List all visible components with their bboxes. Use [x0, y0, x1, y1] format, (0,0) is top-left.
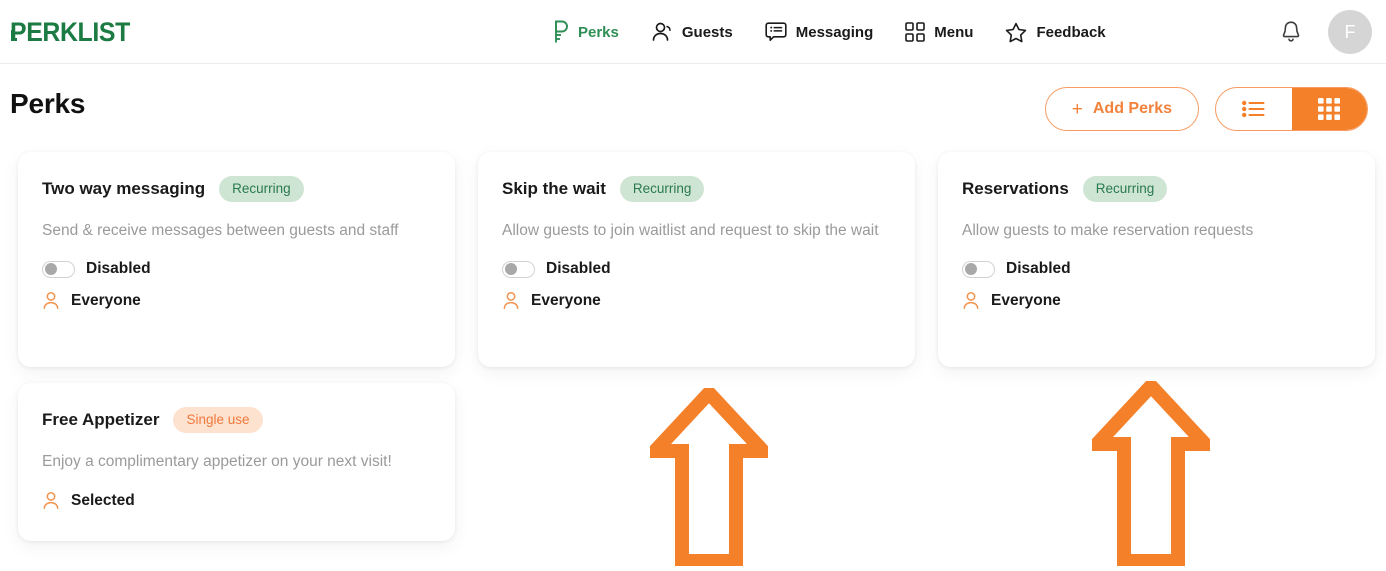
- perk-card-reservations[interactable]: Reservations Recurring Allow guests to m…: [938, 152, 1375, 367]
- perk-audience-label: Selected: [71, 491, 135, 509]
- page-title: Perks: [10, 88, 86, 119]
- toggle-knob: [504, 263, 517, 276]
- perk-badge: Recurring: [1082, 176, 1168, 202]
- perk-title: Free Appetizer: [42, 410, 160, 429]
- perk-badge: Recurring: [219, 176, 304, 202]
- avatar[interactable]: F: [1328, 10, 1372, 54]
- nav-label-guests: Guests: [681, 23, 733, 41]
- perk-audience-label: Everyone: [531, 291, 601, 309]
- nav-item-menu[interactable]: Menu: [905, 0, 973, 64]
- card-header: Skip the wait Recurring: [502, 176, 891, 202]
- perk-title: Reservations: [962, 179, 1069, 198]
- grid-view-icon: [1318, 98, 1341, 120]
- toggle-knob: [964, 263, 977, 276]
- bell-icon[interactable]: [1280, 20, 1302, 44]
- perk-audience-row: Everyone: [502, 291, 891, 310]
- perk-card-two-way-messaging[interactable]: Two way messaging Recurring Send & recei…: [18, 152, 455, 367]
- header-right-actions: F: [1280, 0, 1372, 64]
- grid-view-button[interactable]: [1291, 88, 1367, 130]
- card-header: Free Appetizer Single use: [42, 407, 431, 433]
- perk-enable-toggle[interactable]: [42, 260, 75, 278]
- card-header: Reservations Recurring: [962, 176, 1351, 202]
- perk-toggle-label: Disabled: [86, 260, 151, 278]
- perk-toggle-row: Disabled: [962, 260, 1351, 278]
- perks-card-grid: Two way messaging Recurring Send & recei…: [0, 152, 1386, 541]
- perk-audience-row: Everyone: [962, 291, 1351, 310]
- key-perks-icon: [552, 20, 569, 44]
- page-header-row: Perks + Add Perks: [0, 64, 1386, 152]
- perk-title: Skip the wait: [502, 179, 606, 198]
- nav-item-perks[interactable]: Perks: [552, 0, 619, 64]
- perk-description: Allow guests to make reservation request…: [962, 222, 1254, 239]
- perk-badge: Single use: [173, 407, 263, 433]
- nav-label-perks: Perks: [578, 23, 619, 41]
- nav-item-feedback[interactable]: Feedback: [1005, 0, 1106, 64]
- nav-label-menu: Menu: [934, 23, 974, 41]
- add-perks-label: Add Perks: [1092, 100, 1172, 117]
- card-header: Two way messaging Recurring: [42, 176, 431, 202]
- logo-key-mark: [11, 30, 17, 41]
- perk-description: Enjoy a complimentary appetizer on your …: [42, 453, 392, 470]
- perk-title: Two way messaging: [42, 179, 206, 198]
- perk-badge: Recurring: [619, 176, 705, 202]
- page-actions: + Add Perks: [1044, 87, 1368, 131]
- add-perks-button[interactable]: + Add Perks: [1044, 87, 1199, 131]
- app-logo[interactable]: PERKLIST: [10, 17, 130, 48]
- perk-toggle-row: Disabled: [502, 260, 891, 278]
- perk-toggle-label: Disabled: [546, 260, 611, 278]
- star-icon: [1005, 22, 1027, 43]
- perk-enable-toggle[interactable]: [962, 260, 995, 278]
- nav-item-messaging[interactable]: Messaging: [765, 0, 874, 64]
- person-icon: [651, 21, 673, 43]
- grid-2x2-icon: [905, 22, 926, 42]
- toggle-knob: [44, 263, 57, 276]
- perk-toggle-label: Disabled: [1006, 260, 1071, 278]
- message-list-icon: [765, 21, 787, 43]
- person-icon: [502, 291, 520, 310]
- perk-audience-row: Selected: [42, 491, 431, 510]
- perk-audience-label: Everyone: [991, 291, 1061, 309]
- plus-icon: +: [1071, 98, 1083, 120]
- perk-description: Send & receive messages between guests a…: [42, 222, 399, 239]
- main-navigation: Perks Guests Messaging Menu Feedback: [552, 0, 1106, 64]
- person-icon: [962, 291, 980, 310]
- nav-label-feedback: Feedback: [1036, 23, 1106, 41]
- person-icon: [42, 291, 60, 310]
- app-header: PERKLIST Perks Guests Messaging Menu Fee…: [0, 0, 1386, 64]
- perk-description: Allow guests to join waitlist and reques…: [502, 222, 879, 239]
- perk-card-free-appetizer[interactable]: Free Appetizer Single use Enjoy a compli…: [18, 383, 455, 541]
- perk-enable-toggle[interactable]: [502, 260, 535, 278]
- perk-audience-label: Everyone: [71, 291, 141, 309]
- list-view-button[interactable]: [1216, 88, 1292, 130]
- nav-label-messaging: Messaging: [795, 23, 874, 41]
- perk-audience-row: Everyone: [42, 291, 431, 310]
- perk-card-skip-the-wait[interactable]: Skip the wait Recurring Allow guests to …: [478, 152, 915, 367]
- person-icon: [42, 491, 60, 510]
- nav-item-guests[interactable]: Guests: [651, 0, 733, 64]
- list-view-icon: [1242, 100, 1265, 118]
- view-mode-toggle: [1215, 87, 1368, 131]
- perk-toggle-row: Disabled: [42, 260, 431, 278]
